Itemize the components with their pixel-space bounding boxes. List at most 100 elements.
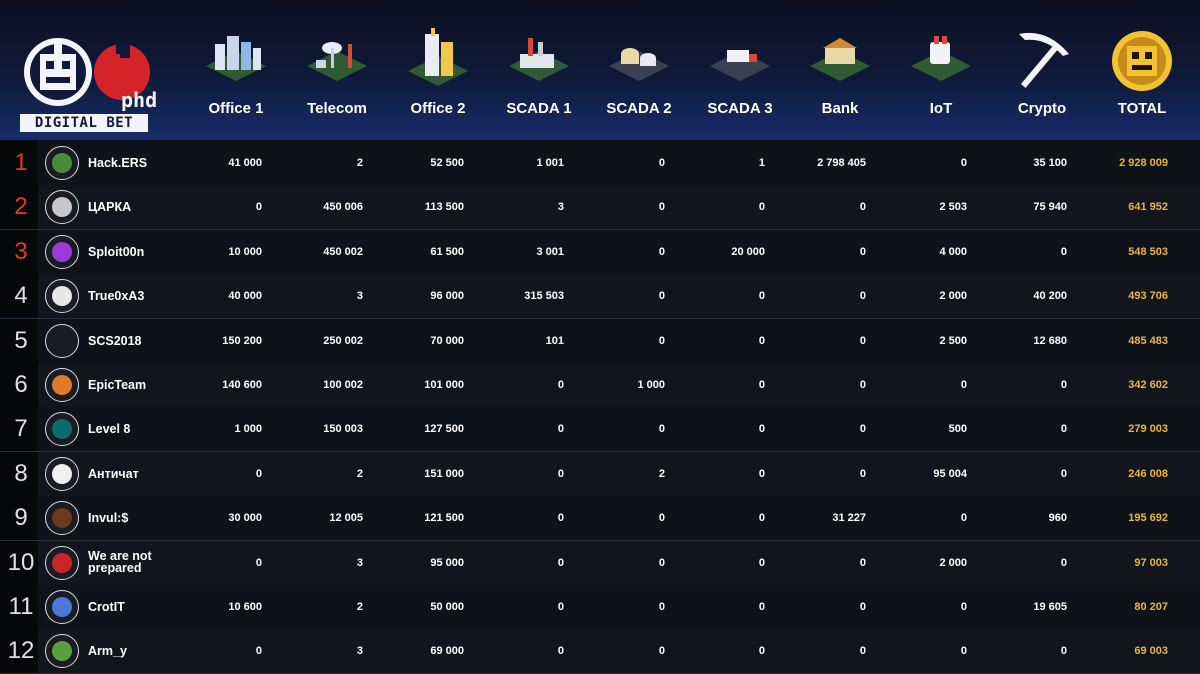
column-label: SCADA 1 (506, 100, 572, 117)
bird-avatar (45, 590, 79, 624)
tiger-avatar (45, 190, 79, 225)
score-cell-office-1: 0 (255, 467, 262, 480)
score-cell-scada-1: 0 (557, 467, 564, 480)
number-eight-avatar (45, 412, 79, 447)
letter-a-avatar (45, 456, 79, 491)
score-cell-scada-2: 0 (658, 423, 665, 436)
score-cell-crypto: 0 (1060, 245, 1067, 258)
rank-number: 10 (7, 548, 35, 576)
score-cell-crypto: 75 940 (1033, 201, 1067, 214)
score-cell-scada-3: 0 (758, 512, 765, 525)
score-cell-scada-1: 0 (557, 379, 564, 391)
score-cell-scada-1: 3 (557, 201, 564, 214)
rank-number: 8 (14, 459, 28, 487)
score-cell-iot: 0 (960, 379, 967, 391)
score-cell-office-2: 61 500 (430, 245, 464, 258)
score-cell-scada-2: 0 (658, 157, 665, 169)
table-row: 5 SCS2018 150 200 250 002 70 000 101 0 0 0 2 500 1… (0, 318, 1200, 364)
score-cell-scada-1: 0 (557, 512, 564, 525)
score-cell-telecom: 450 002 (323, 245, 363, 258)
table-row: 9 Invul:$ 30 000 12 005 121 500 0 0 0 31 227 0 960… (0, 496, 1200, 542)
column-label: Office 2 (410, 100, 466, 117)
column-header-office-2: Office 2 (388, 20, 488, 138)
office-building-icon (201, 26, 271, 96)
table-row: 3 Sploit00n 10 000 450 002 61 500 3 001 0 20 00… (0, 229, 1200, 275)
table-row: 2 ЦАРКА 0 450 006 113 500 3 0 0 0 2 503 75 940 641 … (0, 185, 1200, 231)
score-cell-office-1: 41 000 (228, 157, 262, 169)
column-header-scada-3: SCADA 3 (690, 20, 790, 138)
android-avatar (45, 146, 79, 180)
score-cell-total: 246 008 (1128, 467, 1168, 480)
score-cell-total: 195 692 (1128, 512, 1168, 525)
telecom-tower-icon (302, 26, 372, 96)
score-cell-total: 69 003 (1134, 645, 1168, 658)
score-cell-total: 279 003 (1128, 423, 1168, 436)
score-cell-bank: 0 (859, 334, 866, 347)
score-cell-telecom: 3 (356, 645, 363, 658)
colorful-logo-avatar (45, 234, 79, 269)
score-cell-bank: 31 227 (832, 512, 866, 525)
score-cell-scada-1: 0 (557, 423, 564, 436)
score-cell-telecom: 2 (356, 157, 363, 169)
score-cell-scada-1: 0 (557, 601, 564, 613)
score-cell-bank: 0 (859, 556, 866, 569)
green-frog-avatar (45, 634, 79, 669)
column-label: SCADA 3 (707, 100, 773, 117)
toaster-icon (906, 26, 976, 96)
score-cell-total: 485 483 (1128, 334, 1168, 347)
score-cell-iot: 4 000 (939, 245, 967, 258)
score-cell-total: 641 952 (1128, 201, 1168, 214)
score-cell-scada-3: 0 (758, 334, 765, 347)
score-cell-office-2: 101 000 (424, 379, 464, 391)
score-cell-crypto: 0 (1060, 645, 1067, 658)
score-cell-crypto: 0 (1060, 423, 1067, 436)
score-cell-scada-2: 0 (658, 645, 665, 658)
score-cell-office-1: 0 (255, 645, 262, 658)
column-header-scada-2: SCADA 2 (589, 20, 689, 138)
score-cell-scada-1: 101 (545, 334, 564, 347)
score-cell-crypto: 0 (1060, 467, 1067, 480)
score-cell-office-1: 30 000 (228, 512, 262, 525)
score-cell-scada-3: 0 (758, 423, 765, 436)
score-cell-bank: 0 (859, 645, 866, 658)
column-label: Crypto (1017, 100, 1067, 117)
score-cell-crypto: 40 200 (1033, 290, 1067, 303)
score-cell-crypto: 960 (1048, 512, 1067, 525)
column-label: Office 1 (208, 100, 264, 117)
column-header-bank: Bank (790, 20, 890, 138)
score-cell-crypto: 35 100 (1033, 157, 1067, 169)
score-cell-scada-3: 0 (758, 201, 765, 214)
column-label: SCADA 2 (606, 100, 672, 117)
score-cell-scada-2: 0 (658, 201, 665, 214)
score-cell-telecom: 2 (356, 467, 363, 480)
column-label: Telecom (307, 100, 367, 117)
rank-number: 3 (14, 237, 28, 265)
score-cell-bank: 0 (859, 601, 866, 613)
score-cell-office-2: 95 000 (430, 556, 464, 569)
score-cell-scada-3: 0 (758, 645, 765, 658)
rank-number: 9 (14, 504, 28, 532)
score-cell-office-1: 140 600 (222, 379, 262, 391)
score-cell-office-1: 0 (255, 556, 262, 569)
table-row: 10 We are not prepared 0 3 95 000 0 0 0 0 2 000 0 97… (0, 540, 1200, 586)
table-row: 1 Hack.ERS 41 000 2 52 500 1 001 0 1 2 798 405 0 3… (0, 141, 1200, 186)
score-cell-iot: 0 (960, 601, 967, 613)
column-header-office-1: Office 1 (186, 20, 286, 138)
score-cell-scada-2: 0 (658, 556, 665, 569)
score-cell-office-2: 113 500 (424, 201, 464, 214)
score-cell-office-2: 151 000 (424, 467, 464, 480)
pickaxe-icon (1007, 26, 1077, 96)
column-label: TOTAL (1117, 100, 1167, 117)
digital-bet-coin-icon (1107, 26, 1177, 96)
column-header-total: TOTAL (1092, 20, 1192, 138)
score-cell-crypto: 12 680 (1033, 334, 1067, 347)
digital-bet-logo: phd DIGITAL BET (20, 32, 157, 134)
score-cell-scada-3: 0 (758, 290, 765, 303)
table-row: 6 EpicTeam 140 600 100 002 101 000 0 1 000 0 0 0 0… (0, 363, 1200, 408)
score-cell-scada-1: 0 (557, 556, 564, 569)
column-header-crypto: Crypto (992, 20, 1092, 138)
score-cell-iot: 2 000 (939, 556, 967, 569)
score-cell-iot: 2 000 (939, 290, 967, 303)
rank-number: 5 (14, 326, 28, 354)
score-cell-telecom: 12 005 (329, 512, 363, 525)
